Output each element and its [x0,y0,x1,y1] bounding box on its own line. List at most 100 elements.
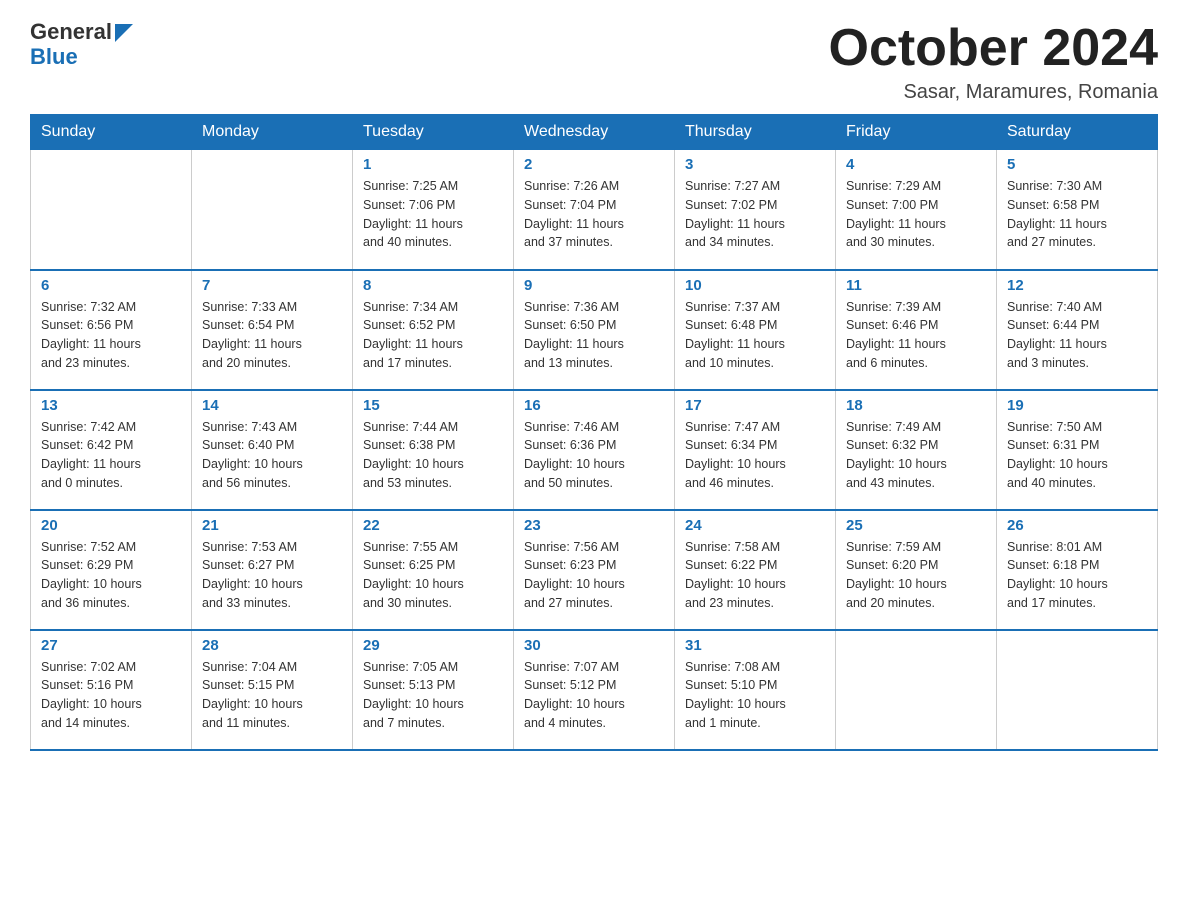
day-number: 31 [685,637,825,654]
day-number: 24 [685,517,825,534]
calendar-cell: 30 Sunrise: 7:07 AM Sunset: 5:12 PM Dayli… [514,630,675,750]
page-header: General Blue October 2024 Sasar, Maramur… [30,20,1158,104]
day-info: Sunrise: 7:36 AM Sunset: 6:50 PM Dayligh… [524,298,664,373]
day-number: 29 [363,637,503,654]
calendar-cell: 20 Sunrise: 7:52 AM Sunset: 6:29 PM Dayli… [31,510,192,630]
day-info: Sunrise: 7:29 AM Sunset: 7:00 PM Dayligh… [846,177,986,252]
day-info: Sunrise: 7:46 AM Sunset: 6:36 PM Dayligh… [524,418,664,493]
calendar-cell: 11Sunrise: 7:39 AM Sunset: 6:46 PM Dayli… [836,270,997,390]
day-info: Sunrise: 7:02 AM Sunset: 5:16 PM Dayligh… [41,658,181,733]
location: Sasar, Maramures, Romania [829,81,1159,104]
calendar-header-row: SundayMondayTuesdayWednesdayThursdayFrid… [31,115,1158,150]
logo-text-blue: Blue [30,44,78,70]
calendar-week-row: 20 Sunrise: 7:52 AM Sunset: 6:29 PM Dayli… [31,510,1158,630]
day-number: 4 [846,156,986,173]
calendar-cell: 25Sunrise: 7:59 AM Sunset: 6:20 PM Dayli… [836,510,997,630]
weekday-header-wednesday: Wednesday [514,115,675,150]
calendar-cell: 31 Sunrise: 7:08 AM Sunset: 5:10 PM Dayli… [675,630,836,750]
calendar-cell: 27 Sunrise: 7:02 AM Sunset: 5:16 PM Dayli… [31,630,192,750]
calendar-cell: 10 Sunrise: 7:37 AM Sunset: 6:48 PM Dayli… [675,270,836,390]
calendar-cell [192,150,353,270]
calendar-cell: 29Sunrise: 7:05 AM Sunset: 5:13 PM Dayli… [353,630,514,750]
day-number: 7 [202,277,342,294]
calendar-cell: 21Sunrise: 7:53 AM Sunset: 6:27 PM Dayli… [192,510,353,630]
day-number: 30 [524,637,664,654]
calendar-cell: 5 Sunrise: 7:30 AM Sunset: 6:58 PM Daylig… [997,150,1158,270]
day-info: Sunrise: 7:52 AM Sunset: 6:29 PM Dayligh… [41,538,181,613]
logo-text-general: General [30,20,112,44]
calendar-cell: 8 Sunrise: 7:34 AM Sunset: 6:52 PM Daylig… [353,270,514,390]
day-info: Sunrise: 7:04 AM Sunset: 5:15 PM Dayligh… [202,658,342,733]
day-number: 16 [524,397,664,414]
day-number: 8 [363,277,503,294]
calendar-cell: 24 Sunrise: 7:58 AM Sunset: 6:22 PM Dayli… [675,510,836,630]
day-info: Sunrise: 7:33 AM Sunset: 6:54 PM Dayligh… [202,298,342,373]
day-info: Sunrise: 7:37 AM Sunset: 6:48 PM Dayligh… [685,298,825,373]
weekday-header-sunday: Sunday [31,115,192,150]
day-info: Sunrise: 7:53 AM Sunset: 6:27 PM Dayligh… [202,538,342,613]
calendar-cell: 14Sunrise: 7:43 AM Sunset: 6:40 PM Dayli… [192,390,353,510]
calendar-cell: 12 Sunrise: 7:40 AM Sunset: 6:44 PM Dayli… [997,270,1158,390]
weekday-header-tuesday: Tuesday [353,115,514,150]
day-info: Sunrise: 7:26 AM Sunset: 7:04 PM Dayligh… [524,177,664,252]
calendar-week-row: 13 Sunrise: 7:42 AM Sunset: 6:42 PM Dayli… [31,390,1158,510]
weekday-header-thursday: Thursday [675,115,836,150]
calendar-cell: 26 Sunrise: 8:01 AM Sunset: 6:18 PM Dayli… [997,510,1158,630]
calendar-cell [836,630,997,750]
day-info: Sunrise: 7:40 AM Sunset: 6:44 PM Dayligh… [1007,298,1147,373]
day-info: Sunrise: 7:58 AM Sunset: 6:22 PM Dayligh… [685,538,825,613]
day-info: Sunrise: 7:27 AM Sunset: 7:02 PM Dayligh… [685,177,825,252]
calendar-table: SundayMondayTuesdayWednesdayThursdayFrid… [30,114,1158,751]
day-info: Sunrise: 7:43 AM Sunset: 6:40 PM Dayligh… [202,418,342,493]
day-info: Sunrise: 7:47 AM Sunset: 6:34 PM Dayligh… [685,418,825,493]
day-number: 20 [41,517,181,534]
day-number: 19 [1007,397,1147,414]
day-info: Sunrise: 7:25 AM Sunset: 7:06 PM Dayligh… [363,177,503,252]
day-number: 18 [846,397,986,414]
day-number: 28 [202,637,342,654]
day-number: 27 [41,637,181,654]
calendar-cell: 22Sunrise: 7:55 AM Sunset: 6:25 PM Dayli… [353,510,514,630]
day-number: 23 [524,517,664,534]
weekday-header-monday: Monday [192,115,353,150]
day-number: 6 [41,277,181,294]
day-number: 13 [41,397,181,414]
calendar-week-row: 27 Sunrise: 7:02 AM Sunset: 5:16 PM Dayli… [31,630,1158,750]
day-info: Sunrise: 7:59 AM Sunset: 6:20 PM Dayligh… [846,538,986,613]
day-info: Sunrise: 7:32 AM Sunset: 6:56 PM Dayligh… [41,298,181,373]
day-number: 11 [846,277,986,294]
day-info: Sunrise: 7:07 AM Sunset: 5:12 PM Dayligh… [524,658,664,733]
day-number: 22 [363,517,503,534]
calendar-cell: 16 Sunrise: 7:46 AM Sunset: 6:36 PM Dayli… [514,390,675,510]
calendar-week-row: 1 Sunrise: 7:25 AM Sunset: 7:06 PM Daylig… [31,150,1158,270]
calendar-cell: 9Sunrise: 7:36 AM Sunset: 6:50 PM Daylig… [514,270,675,390]
calendar-cell [31,150,192,270]
day-number: 10 [685,277,825,294]
calendar-cell: 1 Sunrise: 7:25 AM Sunset: 7:06 PM Daylig… [353,150,514,270]
calendar-cell: 7 Sunrise: 7:33 AM Sunset: 6:54 PM Daylig… [192,270,353,390]
day-number: 2 [524,156,664,173]
calendar-cell: 19 Sunrise: 7:50 AM Sunset: 6:31 PM Dayli… [997,390,1158,510]
calendar-week-row: 6 Sunrise: 7:32 AM Sunset: 6:56 PM Daylig… [31,270,1158,390]
day-number: 1 [363,156,503,173]
day-info: Sunrise: 7:08 AM Sunset: 5:10 PM Dayligh… [685,658,825,733]
calendar-cell: 3 Sunrise: 7:27 AM Sunset: 7:02 PM Daylig… [675,150,836,270]
title-block: October 2024 Sasar, Maramures, Romania [829,20,1159,104]
calendar-cell: 6 Sunrise: 7:32 AM Sunset: 6:56 PM Daylig… [31,270,192,390]
day-info: Sunrise: 7:42 AM Sunset: 6:42 PM Dayligh… [41,418,181,493]
logo-arrow-icon [115,24,133,42]
day-info: Sunrise: 7:34 AM Sunset: 6:52 PM Dayligh… [363,298,503,373]
calendar-cell [997,630,1158,750]
day-number: 12 [1007,277,1147,294]
day-info: Sunrise: 7:44 AM Sunset: 6:38 PM Dayligh… [363,418,503,493]
weekday-header-friday: Friday [836,115,997,150]
day-number: 17 [685,397,825,414]
calendar-cell: 15Sunrise: 7:44 AM Sunset: 6:38 PM Dayli… [353,390,514,510]
day-info: Sunrise: 7:49 AM Sunset: 6:32 PM Dayligh… [846,418,986,493]
day-info: Sunrise: 7:50 AM Sunset: 6:31 PM Dayligh… [1007,418,1147,493]
day-info: Sunrise: 7:30 AM Sunset: 6:58 PM Dayligh… [1007,177,1147,252]
day-info: Sunrise: 8:01 AM Sunset: 6:18 PM Dayligh… [1007,538,1147,613]
day-number: 5 [1007,156,1147,173]
day-number: 3 [685,156,825,173]
day-number: 26 [1007,517,1147,534]
